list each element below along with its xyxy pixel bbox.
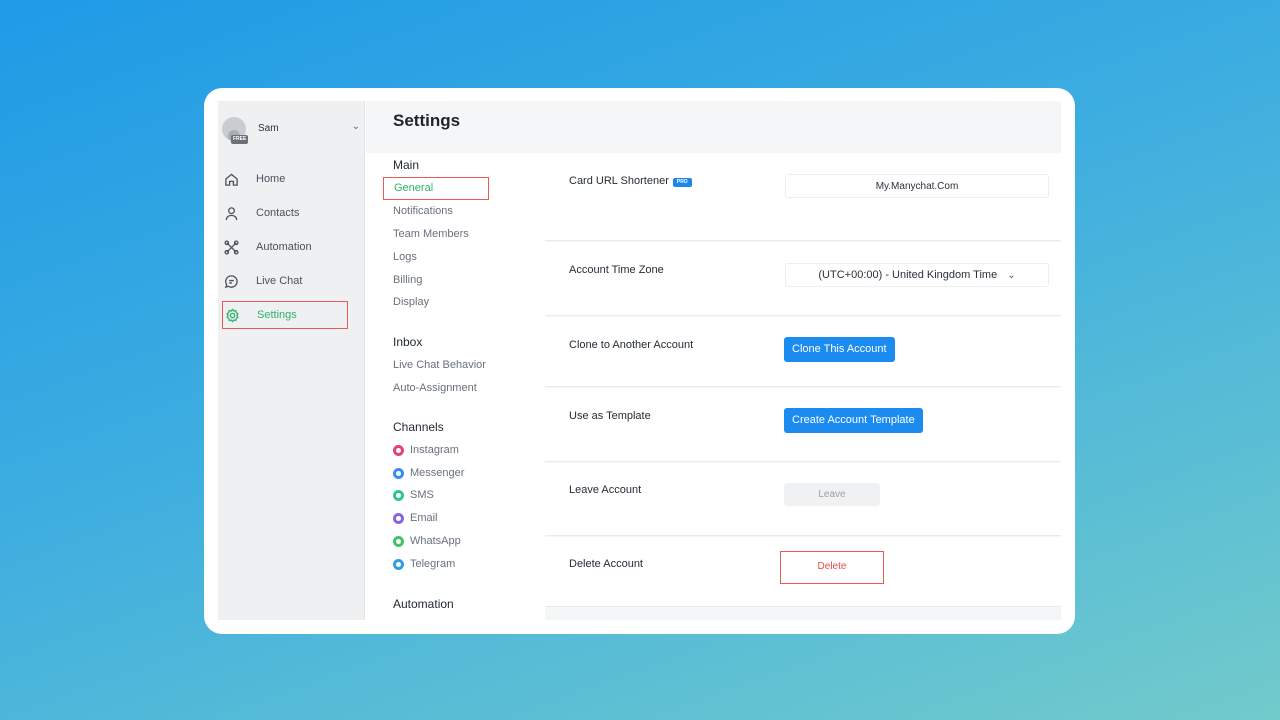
setting-row-url-shortener: Card URL Shortener PRO My.Manychat.Com xyxy=(545,153,1061,241)
user-name: Sam xyxy=(258,123,279,134)
channel-telegram[interactable]: Telegram xyxy=(393,558,455,570)
submenu-item-general[interactable]: General xyxy=(383,177,489,200)
sidebar-item-settings[interactable]: Settings xyxy=(222,301,348,329)
main-area: Settings Main General Notifications Team… xyxy=(366,101,1061,620)
sms-icon xyxy=(393,489,404,501)
gear-icon xyxy=(223,307,251,323)
settings-window: FREE Sam ⌄ Home Contacts Automation Live… xyxy=(204,88,1075,634)
submenu-item-display[interactable]: Display xyxy=(393,296,429,308)
sidebar: FREE Sam ⌄ Home Contacts Automation Live… xyxy=(218,101,365,620)
setting-row-leave: Leave Account Leave xyxy=(545,463,1061,536)
channel-whatsapp[interactable]: WhatsApp xyxy=(393,535,461,547)
account-switcher[interactable]: FREE Sam ⌄ xyxy=(222,117,360,144)
time-zone-select[interactable]: (UTC+00:00) - United Kingdom Time ⌄ xyxy=(785,263,1049,287)
sidebar-item-label: Settings xyxy=(257,309,297,321)
sidebar-item-label: Live Chat xyxy=(256,275,303,287)
delete-button[interactable]: Delete xyxy=(780,551,884,584)
page-header: Settings xyxy=(366,101,1061,153)
channel-label: Email xyxy=(410,512,438,524)
automation-icon xyxy=(222,239,250,255)
setting-row-time-zone: Account Time Zone (UTC+00:00) - United K… xyxy=(545,242,1061,316)
chevron-down-icon: ⌄ xyxy=(1007,269,1016,281)
sidebar-item-live-chat[interactable]: Live Chat xyxy=(222,267,348,295)
sidebar-item-label: Automation xyxy=(256,241,312,253)
leave-button[interactable]: Leave xyxy=(784,483,880,506)
plan-badge: FREE xyxy=(231,135,249,144)
email-icon xyxy=(393,512,404,524)
setting-row-template: Use as Template Create Account Template xyxy=(545,388,1061,462)
submenu-heading-main: Main xyxy=(393,158,420,172)
submenu-item-billing[interactable]: Billing xyxy=(393,274,422,286)
channel-label: Telegram xyxy=(410,558,456,570)
chat-bubble-icon xyxy=(222,274,250,289)
setting-label: Clone to Another Account xyxy=(569,339,694,351)
submenu-heading-inbox: Inbox xyxy=(393,335,423,349)
clone-account-button[interactable]: Clone This Account xyxy=(784,337,895,362)
create-template-button[interactable]: Create Account Template xyxy=(784,408,923,433)
submenu-item-auto-assignment[interactable]: Auto-Assignment xyxy=(393,382,477,394)
time-zone-value: (UTC+00:00) - United Kingdom Time xyxy=(818,269,998,281)
channel-label: Messenger xyxy=(410,467,465,479)
channel-email[interactable]: Email xyxy=(393,512,438,524)
telegram-icon xyxy=(393,558,404,570)
app-shell: FREE Sam ⌄ Home Contacts Automation Live… xyxy=(218,101,1061,620)
setting-label: Delete Account xyxy=(569,558,643,570)
setting-label-text: Card URL Shortener xyxy=(569,175,669,187)
submenu-item-team-members[interactable]: Team Members xyxy=(393,228,469,240)
setting-label: Account Time Zone xyxy=(569,264,664,276)
settings-submenu: Main General Notifications Team Members … xyxy=(366,153,545,620)
sidebar-item-contacts[interactable]: Contacts xyxy=(222,199,348,227)
submenu-item-logs[interactable]: Logs xyxy=(393,251,417,263)
sidebar-item-label: Contacts xyxy=(256,207,300,219)
channel-sms[interactable]: SMS xyxy=(393,489,434,501)
messenger-icon xyxy=(393,467,404,479)
pro-badge: PRO xyxy=(672,178,692,187)
submenu-heading-channels: Channels xyxy=(393,420,444,434)
submenu-item-notifications[interactable]: Notifications xyxy=(393,205,453,217)
whatsapp-icon xyxy=(393,535,404,547)
setting-label: Leave Account xyxy=(569,484,642,496)
sidebar-item-label: Home xyxy=(256,173,286,185)
channel-label: SMS xyxy=(410,489,434,501)
setting-label: Use as Template xyxy=(569,410,651,422)
sidebar-item-automation[interactable]: Automation xyxy=(222,233,348,261)
instagram-icon xyxy=(393,444,404,456)
submenu-heading-automation: Automation xyxy=(393,597,454,611)
submenu-item-live-chat-behavior[interactable]: Live Chat Behavior xyxy=(393,359,486,371)
setting-row-clone: Clone to Another Account Clone This Acco… xyxy=(545,317,1061,387)
person-icon xyxy=(222,206,250,221)
setting-label: Card URL Shortener PRO xyxy=(569,175,692,187)
settings-content: Card URL Shortener PRO My.Manychat.Com Ac… xyxy=(545,153,1061,620)
setting-row-delete: Delete Account Delete xyxy=(545,537,1061,607)
channel-messenger[interactable]: Messenger xyxy=(393,467,464,479)
home-icon xyxy=(222,172,250,187)
channel-label: WhatsApp xyxy=(410,535,461,547)
channel-label: Instagram xyxy=(410,444,459,456)
sidebar-item-home[interactable]: Home xyxy=(222,165,348,193)
page-title: Settings xyxy=(393,111,461,130)
chevron-down-icon: ⌄ xyxy=(351,121,360,132)
channel-instagram[interactable]: Instagram xyxy=(393,444,459,456)
url-shortener-field[interactable]: My.Manychat.Com xyxy=(785,174,1049,198)
